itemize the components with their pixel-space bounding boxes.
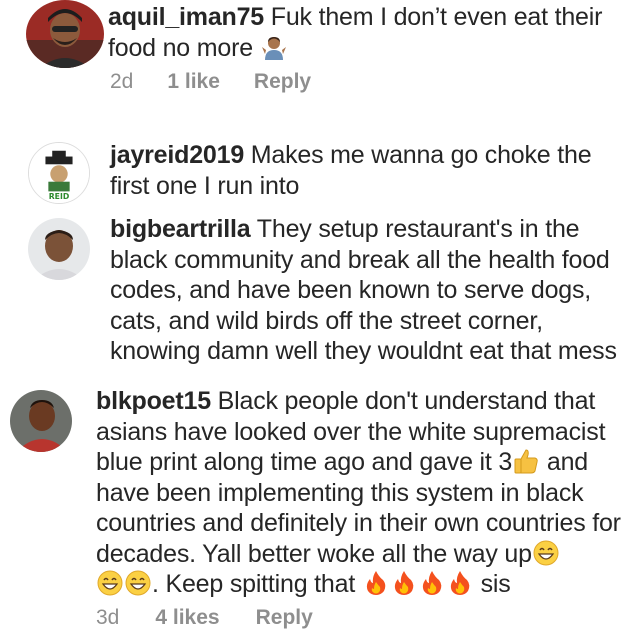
person-shrugging-emoji — [261, 34, 287, 60]
reply-button[interactable]: Reply — [256, 606, 313, 630]
fire-emoji — [391, 570, 417, 596]
comment-age: 2d — [110, 70, 134, 93]
comment-text: jayreid2019 Makes me wanna go choke the … — [110, 140, 630, 201]
grinning-face-emoji — [97, 570, 123, 596]
comment-meta: 3d 4 likes Reply — [96, 606, 313, 630]
thumbs-up-emoji — [513, 448, 539, 474]
username[interactable]: blkpoet15 — [96, 387, 211, 415]
comment-age: 3d — [96, 606, 120, 629]
svg-text:REID: REID — [49, 192, 70, 201]
fire-emoji — [447, 570, 473, 596]
comment-meta: 2d 1 like Reply — [110, 70, 311, 94]
reply-button[interactable]: Reply — [254, 70, 311, 94]
username[interactable]: aquil_iman75 — [108, 3, 264, 31]
avatar[interactable]: REID — [28, 142, 90, 204]
comment-message-part: . Keep spitting that — [152, 570, 356, 598]
like-count[interactable]: 1 like — [167, 70, 220, 94]
comment-text: aquil_iman75 Fuk them I don’t even eat t… — [108, 2, 628, 63]
comment-text: bigbeartrilla They setup restaurant's in… — [110, 214, 632, 367]
grinning-face-emoji — [125, 570, 151, 596]
comment-message-part: sis — [480, 570, 511, 598]
username[interactable]: jayreid2019 — [110, 141, 244, 169]
avatar[interactable] — [26, 0, 104, 68]
fire-emoji — [419, 570, 445, 596]
username[interactable]: bigbeartrilla — [110, 215, 251, 243]
avatar[interactable] — [10, 390, 72, 452]
like-count[interactable]: 4 likes — [155, 606, 219, 630]
grinning-face-emoji — [533, 540, 559, 566]
comment-text: blkpoet15 Black people don't understand … — [96, 386, 636, 600]
avatar[interactable] — [28, 218, 90, 280]
fire-emoji — [363, 570, 389, 596]
